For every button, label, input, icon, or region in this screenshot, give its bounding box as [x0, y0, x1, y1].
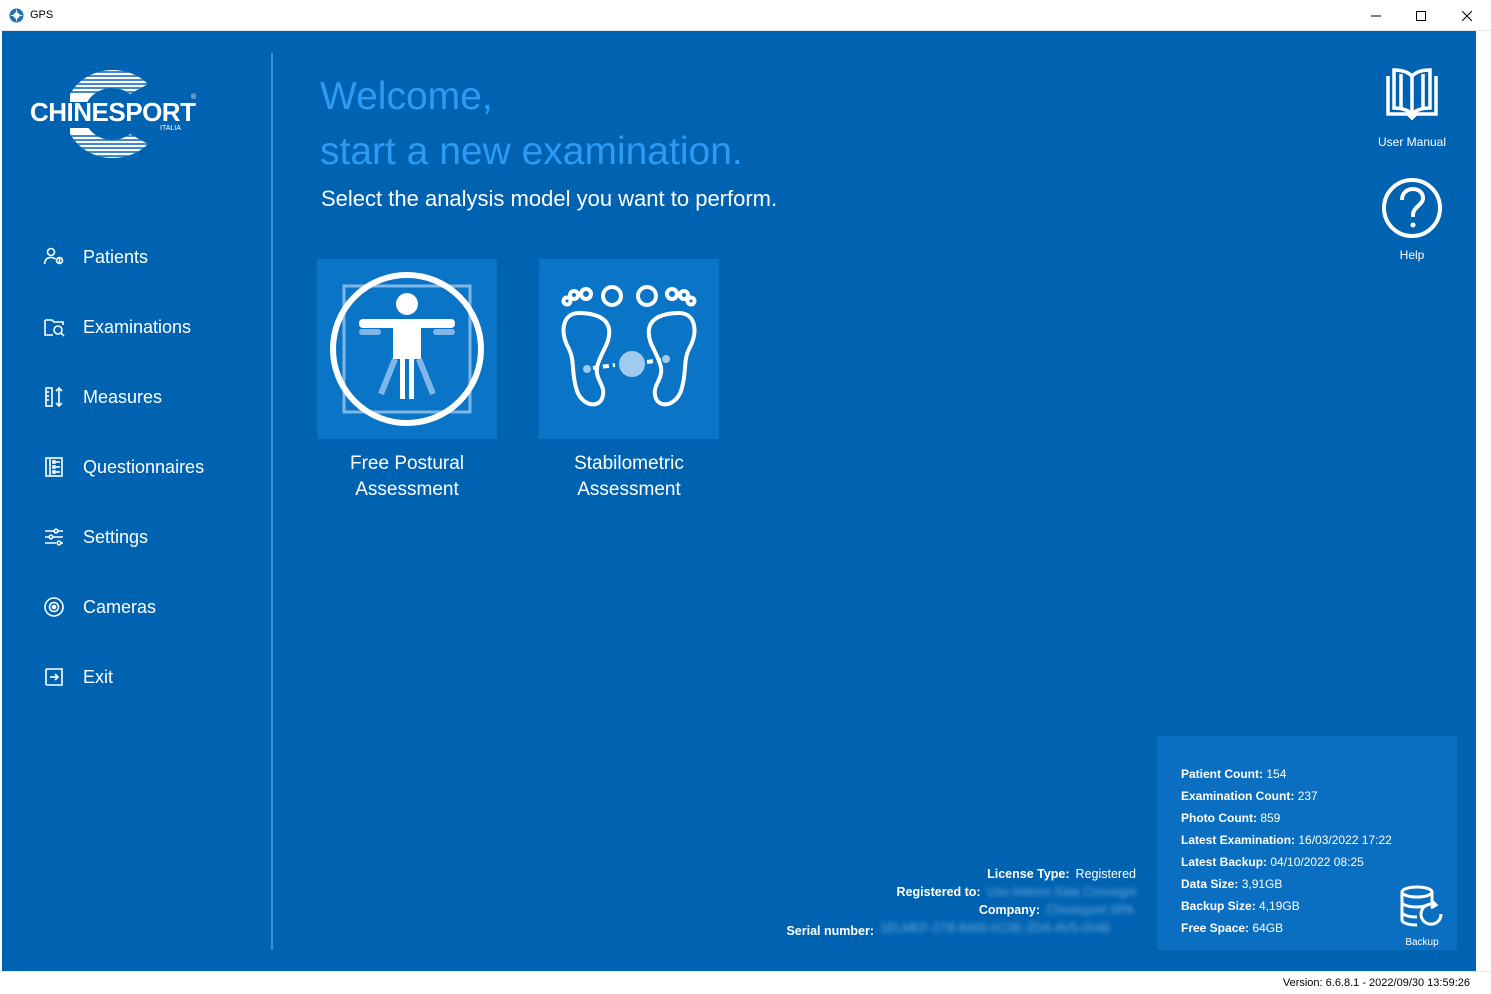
stat-latest-examination: Latest Examination: 16/03/2022 17:22	[1181, 833, 1392, 847]
patients-icon	[40, 243, 68, 271]
stat-examination-count: Examination Count: 237	[1181, 789, 1318, 803]
nav-item-questionnaires[interactable]: Questionnaires	[40, 447, 260, 487]
nav-item-measures[interactable]: Measures	[40, 377, 260, 417]
company-value: Chinesport SPA	[1046, 903, 1135, 917]
maximize-button[interactable]	[1398, 0, 1444, 31]
nav-item-cameras[interactable]: Cameras	[40, 587, 260, 627]
user-manual-label: User Manual	[1377, 135, 1447, 149]
registered-to-row: Registered to: Uso Interno Sala Convegni	[897, 885, 1136, 899]
user-manual-button[interactable]: User Manual	[1362, 66, 1462, 149]
minimize-button[interactable]	[1353, 0, 1399, 31]
welcome-heading: Welcome, start a new examination.	[320, 69, 743, 179]
registered-to-key: Registered to:	[896, 885, 981, 899]
stabilometric-assessment-tile[interactable]	[539, 259, 719, 439]
backup-label: Backup	[1405, 937, 1439, 948]
stat-backup-size: Backup Size: 4,19GB	[1181, 899, 1300, 913]
vitruvian-man-icon	[317, 272, 497, 443]
registered-mark: ®	[191, 94, 197, 101]
license-type-key: License Type:	[987, 867, 1070, 881]
window-title: GPS	[30, 9, 54, 21]
nav-label-measures: Measures	[83, 386, 163, 407]
free-postural-assessment-label: Free Postural Assessment	[349, 453, 465, 500]
app-area: CHINESPORT ITALIA ® Patients Examination…	[2, 31, 1476, 971]
welcome-line-1: Welcome,	[320, 75, 493, 118]
exit-icon	[40, 663, 68, 691]
nav-item-settings[interactable]: Settings	[40, 517, 260, 557]
serial-number-row: Serial number: 1ELMEF-27B-8400-0C0E-2DA-A…	[786, 921, 1136, 938]
camera-icon	[40, 593, 68, 621]
nav-label-examinations: Examinations	[83, 316, 192, 337]
stat-free-space: Free Space: 64GB	[1181, 921, 1284, 935]
nav-label-questionnaires: Questionnaires	[83, 456, 205, 477]
help-label: Help	[1399, 248, 1425, 262]
sidebar-divider	[271, 53, 273, 950]
nav-item-patients[interactable]: Patients	[40, 237, 260, 277]
footprints-icon	[539, 285, 719, 443]
book-icon	[1380, 68, 1444, 130]
nav-item-exit[interactable]: Exit	[40, 657, 260, 697]
stats-panel: Patient Count: 154 Examination Count: 23…	[1157, 736, 1457, 950]
free-postural-assessment-tile[interactable]	[317, 259, 497, 439]
stat-photo-count: Photo Count: 859	[1181, 811, 1281, 825]
registered-to-value: Uso Interno Sala Convegni	[986, 885, 1136, 899]
version-text: Version: 6.6.8.1 - 2022/09/30 13:59:26	[1282, 977, 1470, 989]
database-backup-icon	[1397, 885, 1447, 936]
serial-number-key: Serial number:	[786, 924, 874, 938]
settings-sliders-icon	[40, 523, 68, 551]
app-icon	[9, 8, 24, 23]
help-button[interactable]: Help	[1362, 177, 1462, 262]
company-key: Company:	[978, 903, 1040, 917]
vertical-scrollbar[interactable]	[1476, 31, 1491, 971]
chinesport-logo: CHINESPORT ITALIA ®	[30, 66, 200, 162]
help-icon	[1381, 178, 1443, 243]
welcome-line-2: start a new examination.	[320, 130, 743, 173]
nav-label-patients: Patients	[83, 246, 149, 267]
examinations-icon	[40, 313, 68, 341]
nav-label-exit: Exit	[83, 666, 114, 687]
measures-icon	[40, 383, 68, 411]
stat-patient-count: Patient Count: 154	[1181, 767, 1287, 781]
nav-item-examinations[interactable]: Examinations	[40, 307, 260, 347]
serial-number-value: 1ELMEF-27B-8400-0C0E-2DA-AV5-0048	[880, 921, 1110, 935]
nav-label-cameras: Cameras	[83, 596, 157, 617]
nav-label-settings: Settings	[83, 526, 149, 547]
stat-latest-backup: Latest Backup: 04/10/2022 08:25	[1181, 855, 1364, 869]
stabilometric-assessment-label: Stabilometric Assessment	[574, 453, 684, 500]
logo-sub-text: ITALIA	[160, 125, 181, 132]
company-row: Company: Chinesport SPA	[979, 903, 1136, 917]
close-button[interactable]	[1444, 0, 1490, 31]
stat-data-size: Data Size: 3,91GB	[1181, 877, 1283, 891]
backup-button[interactable]: Backup	[1394, 884, 1450, 948]
license-type-row: License Type: Registered	[987, 867, 1136, 881]
title-bar: GPS	[0, 0, 1491, 31]
questionnaires-icon	[40, 453, 68, 481]
status-bar: Version: 6.6.8.1 - 2022/09/30 13:59:26	[0, 971, 1491, 994]
license-type-value: Registered	[1075, 867, 1136, 881]
logo-brand-text: CHINESPORT	[30, 97, 196, 127]
page-subtitle: Select the analysis model you want to pe…	[321, 186, 778, 211]
